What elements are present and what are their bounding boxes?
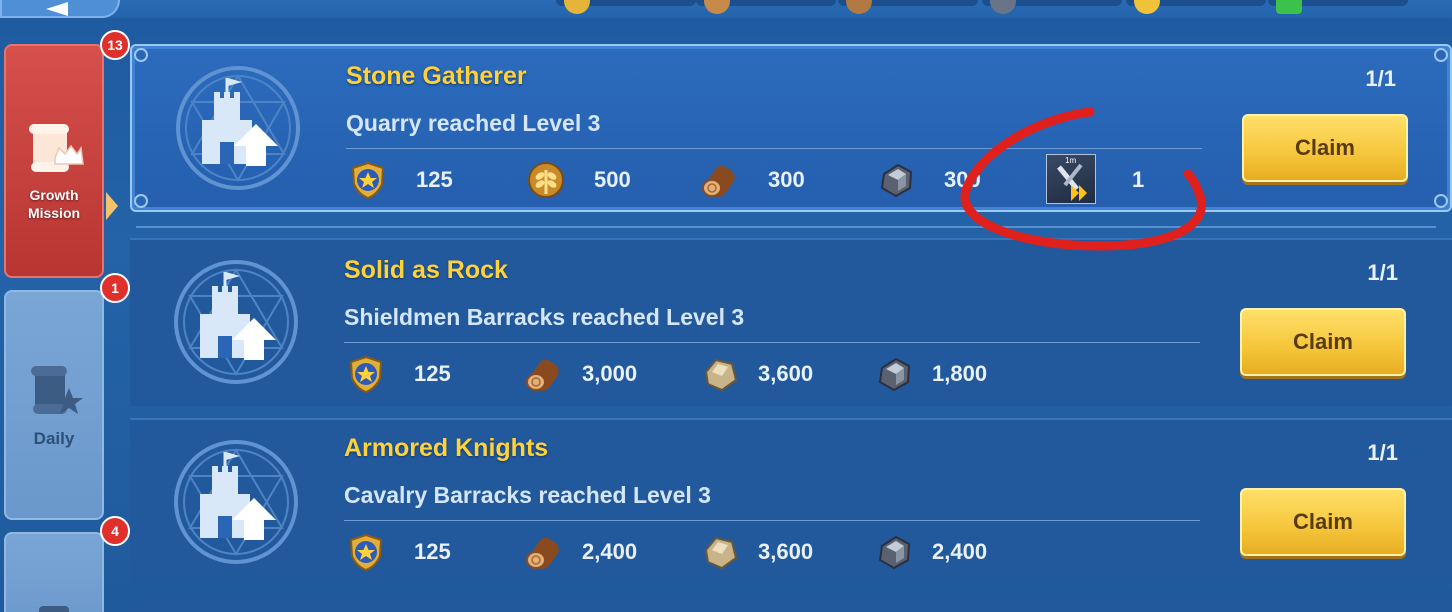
wood-log-icon [700, 160, 740, 200]
reward-item: 3,000 [524, 354, 637, 394]
frame-corner-ornament [134, 48, 148, 62]
reward-value: 1 [1132, 167, 1145, 192]
iron-ore-icon [876, 160, 916, 200]
claim-button[interactable]: Claim [1240, 308, 1406, 376]
reward-item: 2,400 [874, 532, 987, 572]
reward-item: 125 [346, 532, 451, 572]
wood-log-icon [524, 354, 564, 394]
reward-value: 300 [768, 167, 805, 192]
reward-item: 3,600 [700, 354, 813, 394]
reward-item: 300 [700, 160, 805, 200]
reward-item: 125 [346, 354, 451, 394]
stone-icon [700, 532, 740, 572]
iron-ore-icon [874, 354, 914, 394]
reward-value: 3,000 [582, 361, 638, 386]
reward-item: 300 [876, 160, 981, 200]
tab-label: Growth Mission [27, 187, 81, 221]
mission-row[interactable] [130, 596, 1452, 612]
mission-progress: 1/1 [1365, 66, 1396, 91]
item-tag: 1m [1065, 156, 1077, 165]
active-tab-pointer [106, 192, 118, 220]
divider [344, 520, 1200, 521]
exp-medal-icon [346, 532, 386, 572]
reward-item: 125 [348, 160, 453, 200]
reward-item: 1,800 [874, 354, 987, 394]
frame-corner-ornament [134, 194, 148, 208]
reward-value: 300 [944, 167, 981, 192]
reward-value: 125 [416, 167, 453, 192]
mission-row[interactable]: Armored Knights Cavalry Barracks reached… [130, 418, 1452, 584]
reward-item: 1 [1132, 160, 1144, 200]
mission-title: Armored Knights [344, 434, 549, 462]
reward-value: 2,400 [582, 539, 638, 564]
reward-item: 3,600 [700, 532, 813, 572]
reward-value: 500 [594, 167, 631, 192]
mission-description: Shieldmen Barracks reached Level 3 [344, 304, 745, 330]
reward-value: 1,800 [932, 361, 988, 386]
exp-medal-icon [348, 160, 388, 200]
stone-icon [700, 354, 740, 394]
mission-description: Cavalry Barracks reached Level 3 [344, 482, 711, 508]
claim-button[interactable]: Claim [1240, 488, 1406, 556]
reward-value: 3,600 [758, 539, 814, 564]
notification-badge: 1 [100, 273, 130, 303]
tab-daily[interactable]: Daily [4, 290, 104, 520]
claim-button[interactable]: Claim [1242, 114, 1408, 182]
notification-badge: 4 [100, 516, 130, 546]
resource-slot[interactable] [696, 0, 836, 14]
notification-badge: 13 [100, 30, 130, 60]
resource-slot[interactable] [838, 0, 978, 14]
mission-row[interactable]: Solid as Rock Shieldmen Barracks reached… [130, 238, 1452, 406]
speedup-item-icon[interactable]: 1m [1046, 154, 1096, 204]
resource-slot[interactable] [1268, 0, 1408, 14]
wheat-icon [526, 160, 566, 200]
wood-log-icon [524, 532, 564, 572]
tab-label: Daily [33, 429, 75, 448]
mission-title: Solid as Rock [344, 256, 508, 284]
mission-progress: 1/1 [1367, 440, 1398, 465]
reward-item: 500 [526, 160, 631, 200]
green-gem-icon [1276, 0, 1302, 14]
tab-third[interactable] [4, 532, 104, 612]
reward-value: 125 [414, 361, 451, 386]
back-button[interactable] [0, 0, 120, 18]
back-arrow-icon [46, 2, 68, 16]
divider [346, 148, 1202, 149]
reward-value: 2,400 [932, 539, 988, 564]
exp-medal-icon [346, 354, 386, 394]
resource-slot[interactable] [982, 0, 1122, 14]
tab-growth-mission[interactable]: Growth Mission [4, 44, 118, 278]
scroll-crown-icon [29, 124, 84, 172]
resource-slot[interactable] [1126, 0, 1266, 14]
reward-value: 3,600 [758, 361, 814, 386]
frame-corner-ornament [1434, 48, 1448, 62]
mission-row-highlighted[interactable]: Stone Gatherer Quarry reached Level 3 1/… [130, 44, 1452, 212]
iron-ore-icon [874, 532, 914, 572]
reward-value: 125 [414, 539, 451, 564]
frame-corner-ornament [1434, 194, 1448, 208]
scroll-icon [39, 606, 69, 612]
castle-upgrade-icon [170, 436, 302, 568]
resource-slot[interactable] [556, 0, 696, 14]
mission-title: Stone Gatherer [346, 62, 527, 90]
scroll-star-icon [31, 366, 83, 414]
reward-item: 2,400 [524, 532, 637, 572]
mission-description: Quarry reached Level 3 [346, 110, 601, 136]
castle-upgrade-icon [172, 62, 304, 194]
mission-progress: 1/1 [1367, 260, 1398, 285]
castle-upgrade-icon [170, 256, 302, 388]
divider [344, 342, 1200, 343]
row-divider [136, 226, 1436, 228]
